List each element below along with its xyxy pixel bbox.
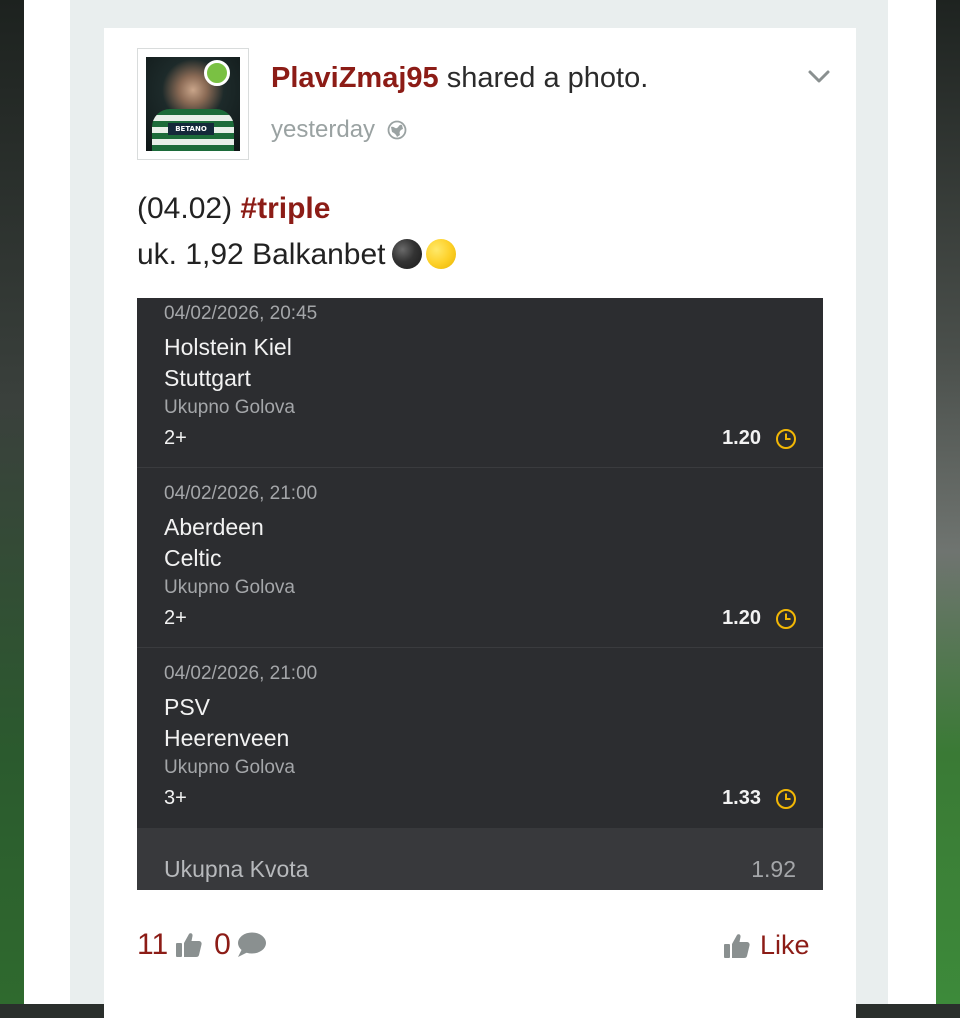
match-away-team: Celtic <box>164 545 222 571</box>
post-odds-text: uk. 1,92 Balkanbet <box>137 238 386 271</box>
match-market: Ukupno Golova <box>164 397 295 418</box>
yellow-circle-emoji <box>425 239 456 269</box>
match-odd: 1.20 <box>722 427 761 449</box>
author-link[interactable]: PlaviZmaj95 <box>271 62 439 94</box>
post-text: (04.02) #triple uk. 1,92 Balkanbet <box>137 186 456 278</box>
clock-icon <box>776 789 796 809</box>
like-button[interactable]: Like <box>722 930 810 961</box>
black-circle-emoji <box>391 239 422 269</box>
comment-count[interactable]: 0 <box>214 928 231 962</box>
match-away-team: Heerenveen <box>164 725 290 751</box>
thumb-up-icon <box>176 933 202 957</box>
post-header: PlaviZmaj95 shared a photo. <box>271 62 648 95</box>
match-item: 04/02/2026, 20:45 Holstein Kiel Stuttgar… <box>137 298 823 468</box>
clock-icon <box>776 429 796 449</box>
match-date: 04/02/2026, 21:00 <box>164 483 318 504</box>
clock-icon <box>776 609 796 629</box>
match-pick: 3+ <box>164 787 187 809</box>
match-item: 04/02/2026, 21:00 Aberdeen Celtic Ukupno… <box>137 478 823 648</box>
match-home-team: PSV <box>164 694 211 720</box>
background-right <box>936 0 960 1004</box>
match-market: Ukupno Golova <box>164 577 295 598</box>
match-pick: 2+ <box>164 607 187 629</box>
hashtag-link[interactable]: #triple <box>240 192 330 225</box>
match-away-team: Stuttgart <box>164 365 251 391</box>
total-odds-label: Ukupna Kvota <box>164 856 309 882</box>
post-text-line-2: uk. 1,92 Balkanbet <box>137 232 456 278</box>
match-odd: 1.33 <box>722 787 761 809</box>
reactions-bar: 11 0 <box>137 928 267 962</box>
globe-icon <box>387 120 407 140</box>
total-odds-value: 1.92 <box>751 856 796 882</box>
total-odds-row: Ukupna Kvota 1.92 <box>137 828 823 890</box>
comment-icon <box>237 932 266 957</box>
post-timestamp[interactable]: yesterday <box>271 116 375 144</box>
avatar-sponsor-text: BETANO <box>168 123 214 135</box>
post-time: yesterday <box>271 116 407 144</box>
match-home-team: Aberdeen <box>164 514 264 540</box>
online-status-icon <box>204 60 230 86</box>
background-left <box>0 0 24 1004</box>
match-pick: 2+ <box>164 427 187 449</box>
like-count[interactable]: 11 <box>137 928 168 962</box>
avatar[interactable]: BETANO <box>137 48 249 160</box>
bet-slip-image[interactable]: 04/02/2026, 20:45 Holstein Kiel Stuttgar… <box>137 298 823 890</box>
match-date: 04/02/2026, 20:45 <box>164 303 318 324</box>
chevron-down-icon[interactable] <box>806 66 832 88</box>
match-date: 04/02/2026, 21:00 <box>164 663 318 684</box>
post-date-text: (04.02) <box>137 192 241 225</box>
like-button-label: Like <box>760 930 810 960</box>
thumb-up-icon <box>724 933 750 958</box>
match-item: 04/02/2026, 21:00 PSV Heerenveen Ukupno … <box>137 658 823 828</box>
post-text-line-1: (04.02) #triple <box>137 186 456 232</box>
match-market: Ukupno Golova <box>164 757 295 778</box>
match-home-team: Holstein Kiel <box>164 334 292 360</box>
match-odd: 1.20 <box>722 607 761 629</box>
post-action-text: shared a photo. <box>438 62 649 94</box>
